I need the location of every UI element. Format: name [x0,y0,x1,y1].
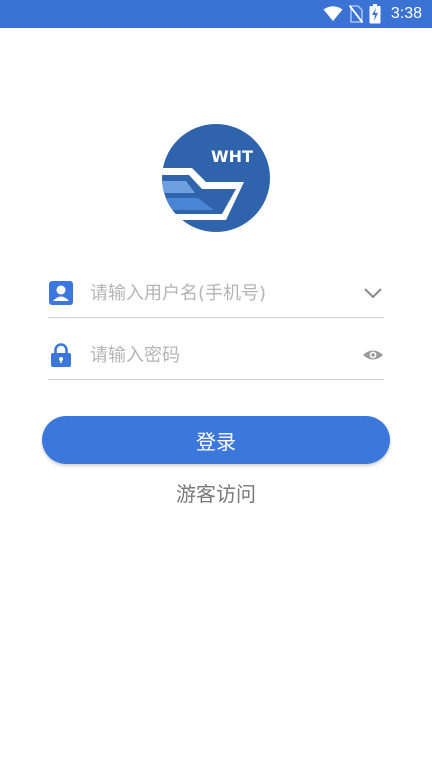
logo-text: WHT [211,147,253,166]
status-bar: 3:38 [0,0,432,28]
contact-card-icon [48,280,74,306]
app-logo: WHT [162,124,270,232]
username-input[interactable] [90,278,340,308]
no-sim-icon [348,5,363,23]
username-field [48,268,384,318]
guest-access-link[interactable]: 游客访问 [0,478,432,507]
password-field [48,330,384,380]
battery-charging-icon [369,4,381,24]
lock-icon [48,342,74,368]
login-button[interactable]: 登录 [42,416,390,464]
password-input[interactable] [90,340,340,370]
status-time: 3:38 [390,5,422,22]
eye-icon[interactable] [362,344,384,366]
wifi-icon [323,6,343,22]
chevron-down-icon[interactable] [362,282,384,304]
